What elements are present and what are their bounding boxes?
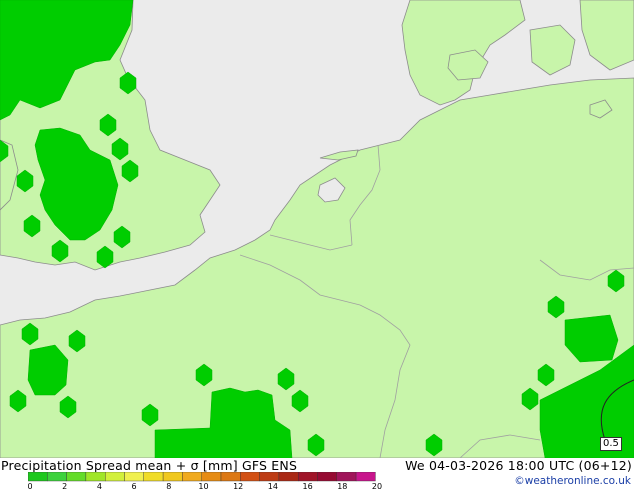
legend-tick-label: 16: [303, 482, 313, 490]
legend-swatch: [182, 472, 202, 482]
map-canvas: [0, 0, 634, 458]
footer-bar: Precipitation Spread mean + σ [mm] GFS E…: [0, 458, 634, 490]
legend-swatch: [317, 472, 337, 482]
legend-tick-label: 14: [268, 482, 278, 490]
legend-swatch: [143, 472, 164, 482]
legend-swatch: [85, 472, 106, 482]
legend-swatch: [162, 472, 183, 482]
legend-tick-label: 4: [97, 482, 102, 490]
legend-swatch: [104, 472, 125, 482]
legend-swatch: [259, 472, 280, 482]
legend-tick-label: 0: [28, 482, 33, 490]
color-legend: 0 2 4 6 8 10 12 14 16 18 20: [28, 472, 382, 490]
legend-swatch: [66, 472, 87, 482]
legend-tick-label: 2: [62, 482, 67, 490]
map-title: Precipitation Spread mean + σ [mm] GFS E…: [1, 458, 298, 473]
legend-tick-label: 8: [166, 482, 171, 490]
legend-swatch: [278, 472, 299, 482]
legend-swatch: [336, 472, 357, 482]
legend-swatch: [201, 472, 222, 482]
legend-swatch: [355, 472, 376, 482]
map-datetime: We 04-03-2026 18:00 UTC (06+12): [405, 458, 632, 473]
legend-tick-label: 12: [233, 482, 243, 490]
legend-tick-label: 20: [372, 482, 382, 490]
contour-label: 0.5: [600, 437, 622, 451]
credit-link[interactable]: ©weatheronline.co.uk: [514, 475, 631, 487]
legend-tick-label: 6: [132, 482, 137, 490]
legend-swatch: [47, 472, 67, 482]
legend-swatch: [28, 472, 48, 482]
precipitation-map: 0.5: [0, 0, 634, 458]
legend-swatch: [298, 472, 318, 482]
legend-swatch: [240, 472, 260, 482]
legend-swatch: [220, 472, 241, 482]
legend-tick-label: 10: [198, 482, 208, 490]
legend-tick-label: 18: [337, 482, 347, 490]
legend-swatch: [124, 472, 144, 482]
